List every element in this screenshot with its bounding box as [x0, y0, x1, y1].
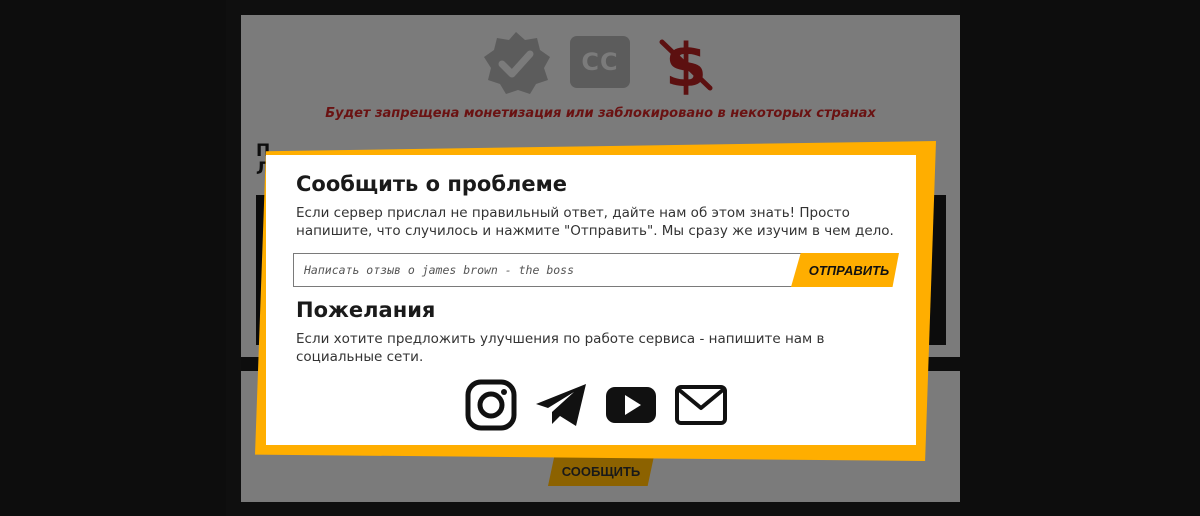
verified-badge-icon	[484, 32, 550, 94]
page-right-margin	[960, 0, 1200, 516]
report-description: Если сервер прислал не правильный ответ,…	[296, 205, 894, 239]
wishes-description: Если хотите предложить улучшения по рабо…	[296, 331, 825, 365]
status-icons: CC $	[480, 28, 720, 98]
instagram-icon[interactable]	[464, 378, 518, 432]
report-button[interactable]: СООБЩИТЬ	[548, 456, 654, 486]
feedback-input[interactable]	[293, 253, 803, 287]
telegram-icon[interactable]	[534, 378, 588, 432]
feedback-form: ОТПРАВИТЬ	[293, 253, 899, 287]
youtube-icon[interactable]	[604, 378, 658, 432]
social-links	[464, 378, 734, 432]
wishes-title: Пожелания	[296, 298, 436, 322]
page-left-margin	[0, 0, 226, 516]
monetization-warning: Будет запрещена монетизация или заблокир…	[325, 106, 876, 121]
no-monetization-icon: $	[659, 31, 713, 96]
send-button[interactable]: ОТПРАВИТЬ	[791, 253, 899, 287]
report-title: Сообщить о проблеме	[296, 172, 568, 196]
closed-captions-icon: CC	[570, 36, 630, 88]
email-icon[interactable]	[674, 378, 728, 432]
